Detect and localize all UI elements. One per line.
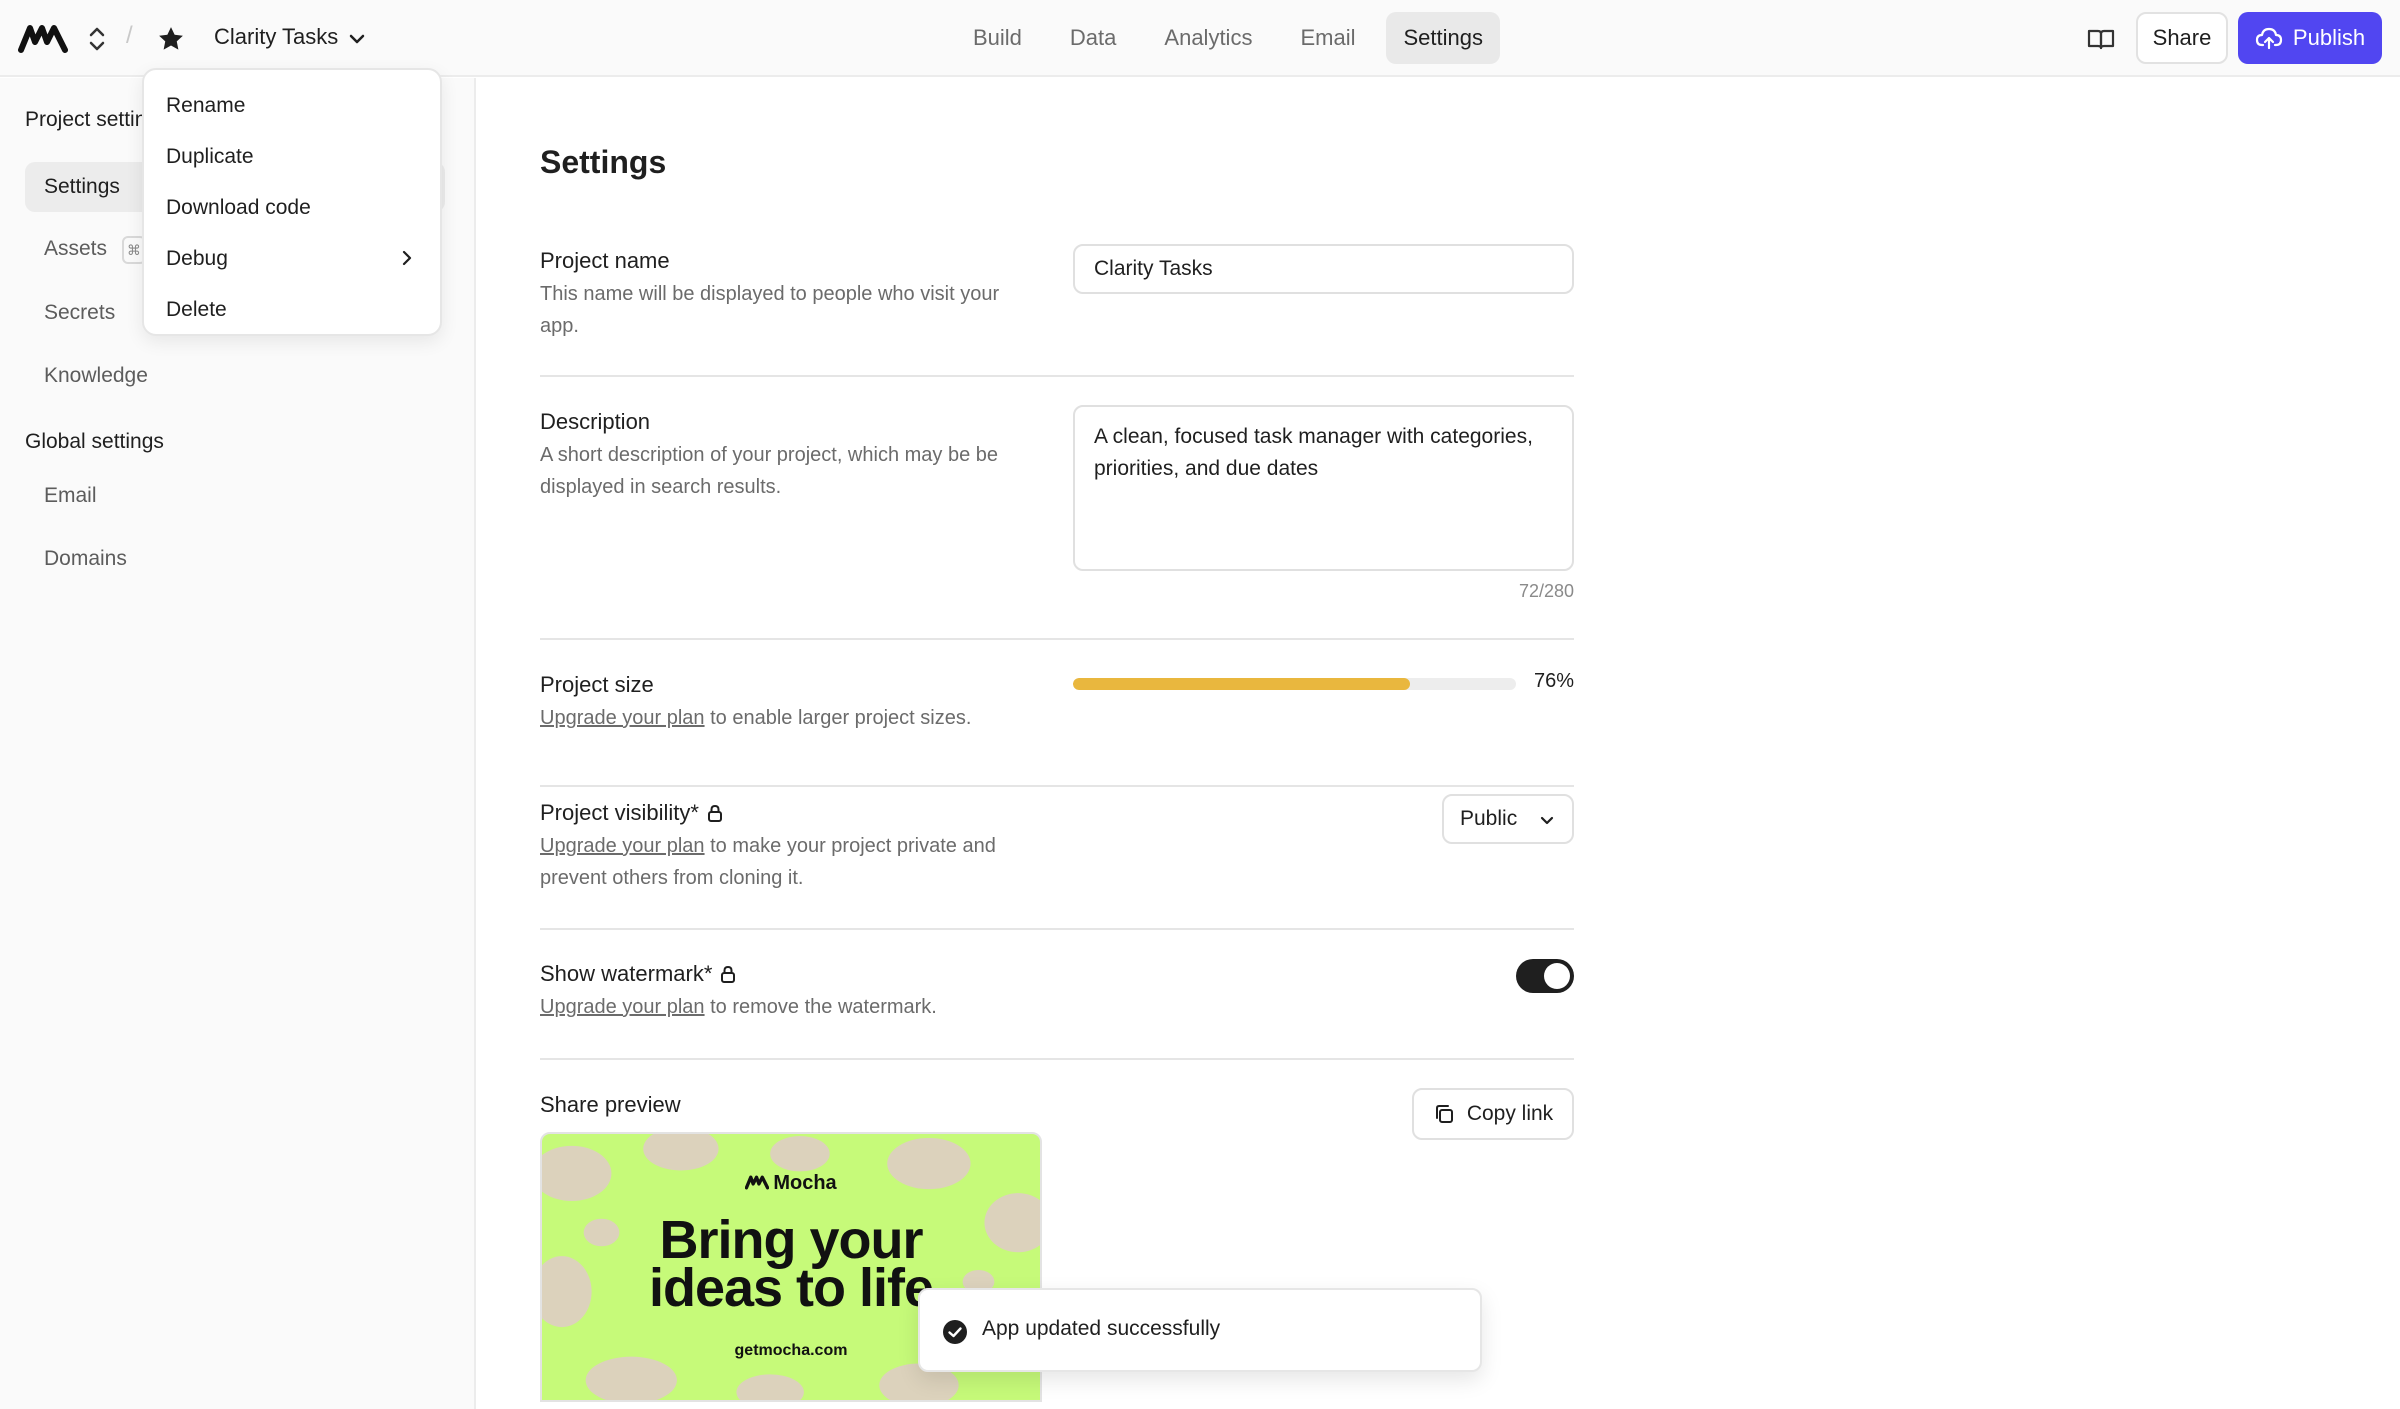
project-visibility-label: Project visibility* <box>540 800 699 825</box>
breadcrumb-separator: / <box>126 22 133 49</box>
main-nav: Build Data Analytics Email Settings <box>956 12 1500 64</box>
watermark-help: Upgrade your plan to remove the watermar… <box>540 991 1040 1023</box>
description-help: A short description of your project, whi… <box>540 444 999 498</box>
menu-item-debug[interactable]: Debug <box>144 233 440 284</box>
watermark-label: Show watermark* <box>540 961 713 986</box>
share-preview-label: Share preview <box>540 1092 681 1117</box>
preview-brand-name: Mocha <box>773 1172 837 1194</box>
project-visibility-label-wrap: Project visibility* <box>540 800 723 826</box>
project-name-input[interactable]: Clarity Tasks <box>1073 244 1574 294</box>
upgrade-plan-link[interactable]: Upgrade your plan <box>540 835 705 857</box>
description-textarea[interactable]: A clean, focused task manager with categ… <box>1073 405 1574 571</box>
project-size-label: Project size <box>540 672 654 697</box>
menu-item-download-code[interactable]: Download code <box>144 182 440 233</box>
menu-item-rename[interactable]: Rename <box>144 80 440 131</box>
sidebar-item-knowledge[interactable]: Knowledge <box>25 351 445 401</box>
watermark-toggle[interactable] <box>1516 959 1574 993</box>
project-name-help: This name will be displayed to people wh… <box>540 283 1000 337</box>
project-size-progress-fill <box>1073 678 1410 690</box>
chevron-right-icon <box>402 250 412 266</box>
tab-email[interactable]: Email <box>1283 12 1372 64</box>
share-button[interactable]: Share <box>2136 12 2228 64</box>
publish-label: Publish <box>2292 25 2366 50</box>
cloud-upload-icon <box>2255 27 2283 50</box>
menu-item-delete[interactable]: Delete <box>144 284 440 335</box>
check-circle-icon <box>943 1320 967 1344</box>
sidebar-item-domains[interactable]: Domains <box>25 534 445 584</box>
project-size-help-text: to enable larger project sizes. <box>704 707 972 729</box>
watermark-label-wrap: Show watermark* <box>540 961 736 987</box>
visibility-selected-value: Public <box>1460 807 1518 830</box>
project-visibility-row: Project visibility* Upgrade your plan to… <box>540 794 1574 930</box>
project-visibility-help: Upgrade your plan to make your project p… <box>540 830 1040 894</box>
description-char-counter: 72/280 <box>1518 581 1574 601</box>
project-size-percent: 76% <box>1533 670 1574 692</box>
preview-brand: Mocha <box>542 1172 1040 1195</box>
sidebar-heading-global: Global settings <box>25 430 164 453</box>
upgrade-plan-link[interactable]: Upgrade your plan <box>540 707 705 729</box>
project-title[interactable]: Clarity Tasks <box>214 24 338 50</box>
lock-icon <box>721 965 736 983</box>
top-bar: / Clarity Tasks Build Data Analytics Ema… <box>0 0 2400 77</box>
chevron-down-icon <box>1540 816 1554 825</box>
lock-icon <box>707 804 722 822</box>
star-icon[interactable] <box>156 24 186 54</box>
menu-item-debug-label: Debug <box>166 247 228 270</box>
watermark-help-text: to remove the watermark. <box>704 996 937 1018</box>
mocha-logo-icon <box>745 1175 770 1190</box>
upgrade-plan-link[interactable]: Upgrade your plan <box>540 996 705 1018</box>
description-row: Description A short description of your … <box>540 405 1574 640</box>
toast-notification: App updated successfully <box>918 1288 1482 1372</box>
project-size-help: Upgrade your plan to enable larger proje… <box>540 702 1040 734</box>
project-size-row: Project size Upgrade your plan to enable… <box>540 670 1574 787</box>
sidebar-item-email[interactable]: Email <box>25 471 445 521</box>
project-size-progress-bar <box>1073 678 1516 690</box>
watermark-row: Show watermark* Upgrade your plan to rem… <box>540 959 1574 1060</box>
menu-item-duplicate[interactable]: Duplicate <box>144 131 440 182</box>
mocha-logo-icon[interactable] <box>18 22 68 54</box>
chevron-up-down-icon[interactable] <box>86 24 108 54</box>
tab-build[interactable]: Build <box>956 12 1039 64</box>
preview-headline-line1: Bring your <box>659 1210 923 1270</box>
description-label: Description <box>540 409 651 434</box>
toggle-knob <box>1544 963 1570 989</box>
project-name-row: Project name This name will be displayed… <box>540 244 1574 377</box>
page-title: Settings <box>540 144 667 180</box>
chevron-down-icon[interactable] <box>346 28 368 50</box>
toast-message: App updated successfully <box>982 1317 1221 1340</box>
publish-button[interactable]: Publish <box>2238 12 2382 64</box>
project-menu: Rename Duplicate Download code Debug Del… <box>142 68 442 336</box>
copy-link-button[interactable]: Copy link <box>1412 1088 1574 1140</box>
visibility-select[interactable]: Public <box>1442 794 1574 844</box>
copy-link-label: Copy link <box>1466 1102 1554 1125</box>
tab-analytics[interactable]: Analytics <box>1147 12 1269 64</box>
book-open-icon[interactable] <box>2086 24 2116 54</box>
copy-icon <box>1435 1105 1453 1123</box>
tab-data[interactable]: Data <box>1053 12 1133 64</box>
project-name-label: Project name <box>540 248 670 273</box>
tab-settings[interactable]: Settings <box>1386 12 1500 64</box>
